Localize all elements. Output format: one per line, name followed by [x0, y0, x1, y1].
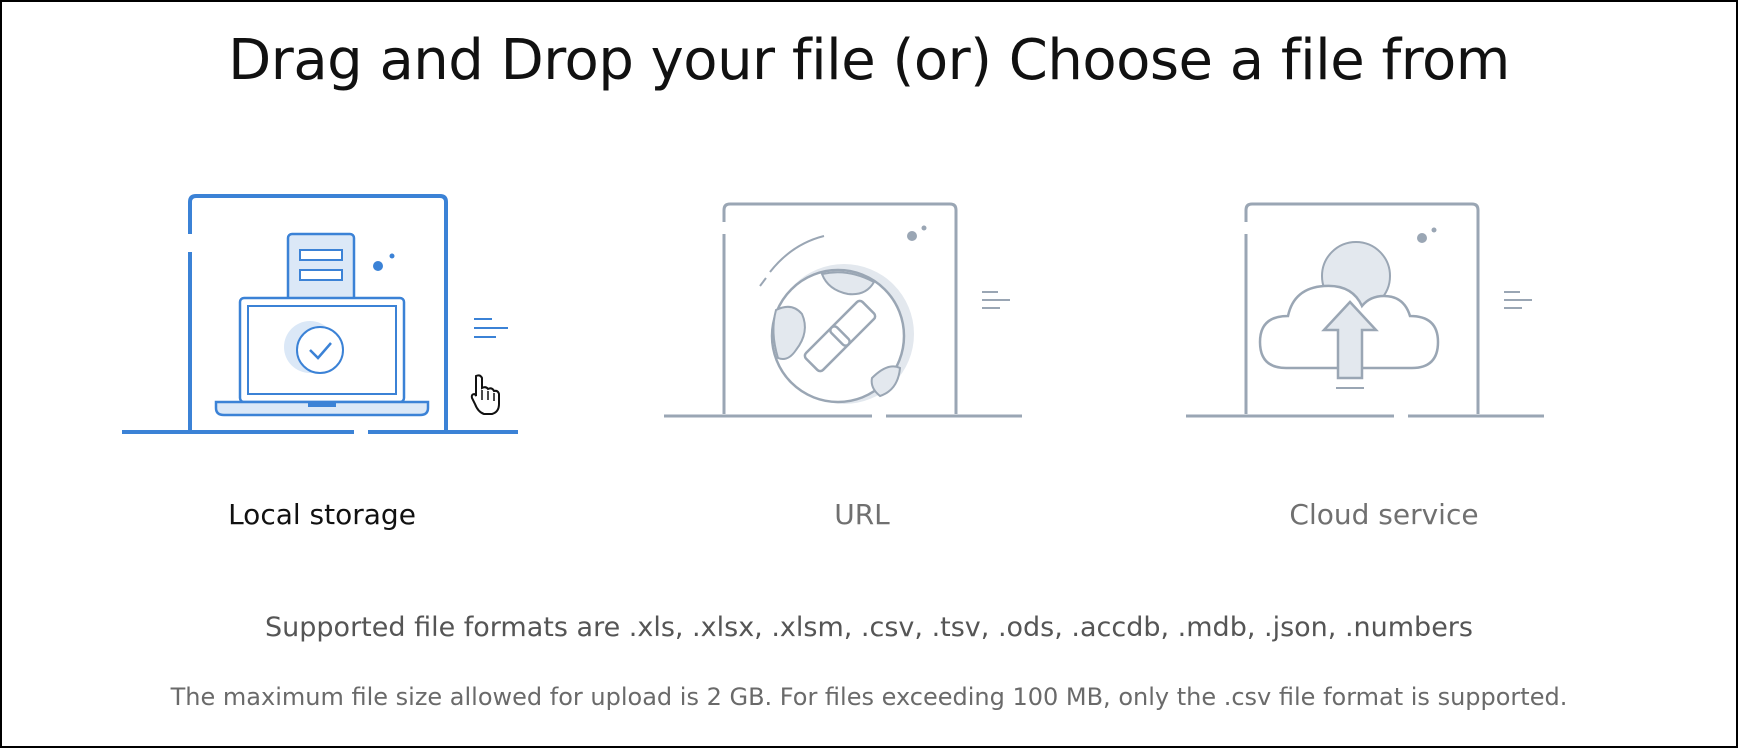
option-label: Local storage: [228, 498, 416, 531]
option-label: URL: [834, 498, 890, 531]
page-title: Drag and Drop your file (or) Choose a fi…: [228, 28, 1510, 93]
upload-dialog: Drag and Drop your file (or) Choose a fi…: [0, 0, 1738, 748]
globe-link-icon: [664, 202, 1022, 418]
option-url[interactable]: URL: [652, 182, 1072, 542]
option-local-storage[interactable]: Local storage: [112, 182, 532, 542]
laptop-upload-icon: [122, 194, 518, 434]
supported-formats-text: Supported file formats are .xls, .xlsx, …: [265, 612, 1473, 643]
option-label: Cloud service: [1289, 498, 1479, 531]
option-cloud-service[interactable]: Cloud service: [1174, 182, 1594, 542]
cloud-upload-icon: [1186, 202, 1544, 418]
max-file-size-text: The maximum file size allowed for upload…: [170, 683, 1568, 711]
hand-pointer-icon: [470, 374, 500, 415]
